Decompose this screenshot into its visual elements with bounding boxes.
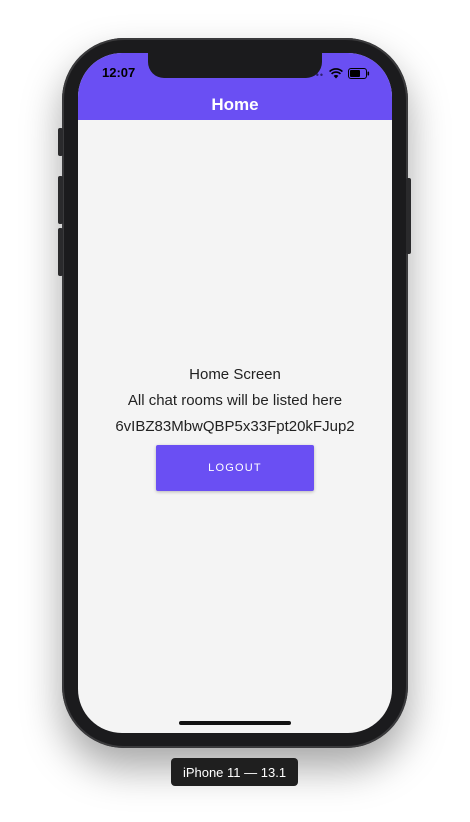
home-content: Home Screen All chat rooms will be liste…	[78, 362, 392, 440]
nav-bar: Home	[78, 89, 392, 120]
volume-down-button	[58, 228, 63, 276]
wifi-icon	[329, 66, 343, 84]
app-screen: 12:07 •••• Home Home Screen All chat roo…	[78, 53, 392, 733]
screen-title: Home Screen	[189, 366, 281, 383]
battery-icon	[348, 66, 370, 84]
simulator-device-label: iPhone 11 — 13.1	[171, 758, 298, 786]
power-button	[406, 178, 411, 254]
status-time: 12:07	[102, 65, 136, 80]
device-notch	[148, 53, 322, 78]
mute-switch	[58, 128, 63, 156]
home-indicator[interactable]	[179, 721, 291, 725]
page-title: Home	[211, 94, 259, 114]
chat-rooms-description: All chat rooms will be listed here	[127, 392, 343, 409]
user-id-text: 6vIBZ83MbwQBP5x33Fpt20kFJup2	[115, 418, 355, 435]
logout-button[interactable]: LOGOUT	[156, 445, 314, 491]
volume-up-button	[58, 176, 63, 224]
simulator-stage: 12:07 •••• Home Home Screen All chat roo…	[0, 0, 470, 822]
